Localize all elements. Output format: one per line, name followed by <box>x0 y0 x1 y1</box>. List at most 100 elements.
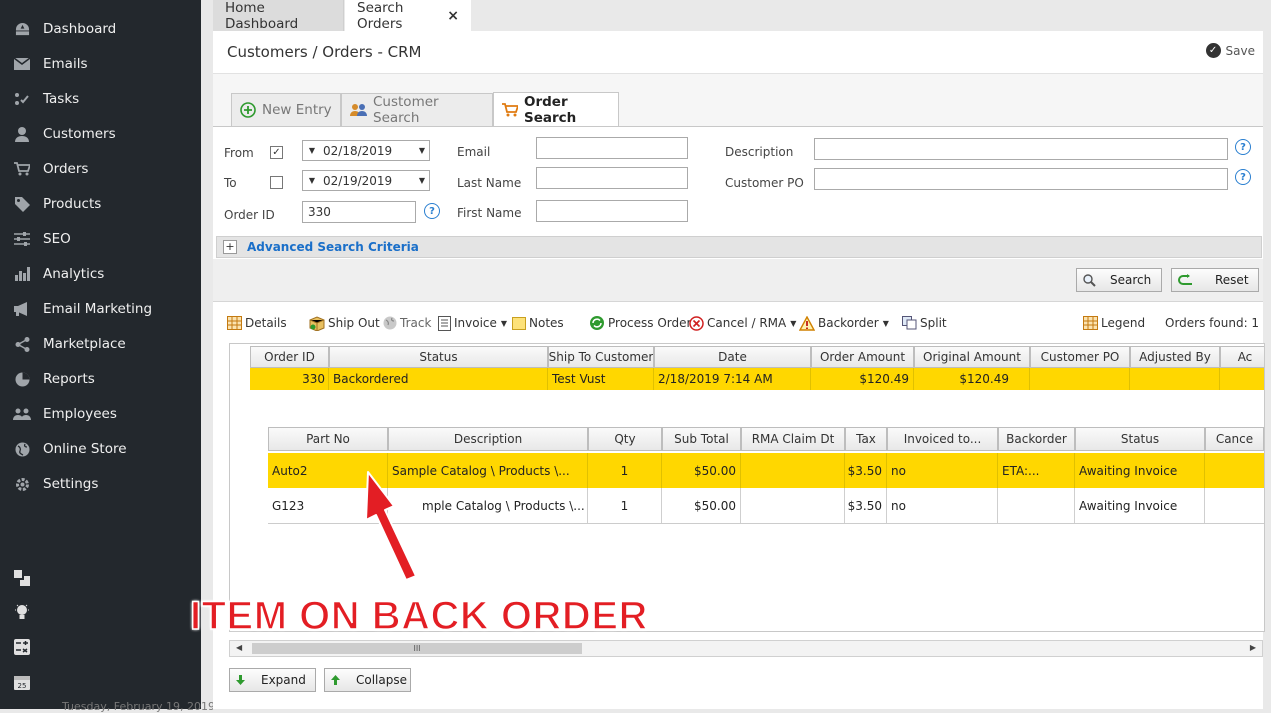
expand-button[interactable]: Expand <box>229 668 316 692</box>
sidebar-item-orders[interactable]: Orders <box>0 154 201 184</box>
chevron-down-icon[interactable]: ▼ <box>415 146 429 155</box>
sidebar-item-customers[interactable]: Customers <box>0 119 201 149</box>
column-header-cancel[interactable]: Cance <box>1205 427 1264 451</box>
grid-icon <box>1083 316 1098 330</box>
email-input[interactable] <box>536 137 688 159</box>
horizontal-scrollbar[interactable]: ◀ III ▶ <box>229 640 1263 657</box>
annotation-label: ITEM ON BACK ORDER <box>189 593 648 639</box>
tab-label: Customer Search <box>373 94 439 126</box>
lightbulb-icon[interactable] <box>11 601 33 623</box>
reset-button[interactable]: Reset <box>1171 268 1259 292</box>
column-header-adjusted-by[interactable]: Adjusted By <box>1130 346 1220 368</box>
tab-search-orders[interactable]: Search Orders × <box>345 0 471 32</box>
sidebar-item-settings[interactable]: Settings <box>0 469 201 499</box>
notes-button[interactable]: Notes <box>512 313 564 333</box>
advanced-search-label[interactable]: Advanced Search Criteria <box>247 240 419 254</box>
cart-icon <box>502 102 518 117</box>
sidebar-item-label: Customers <box>43 126 116 142</box>
details-button[interactable]: Details <box>227 313 287 333</box>
sidebar-item-dashboard[interactable]: Dashboard <box>0 14 201 44</box>
plus-circle-icon <box>240 102 256 118</box>
scroll-right-icon[interactable]: ▶ <box>1250 643 1256 652</box>
to-checkbox[interactable] <box>270 176 283 189</box>
svg-text:25: 25 <box>18 682 27 690</box>
tab-customer-search[interactable]: Customer Search <box>341 93 493 126</box>
column-header-tax[interactable]: Tax <box>845 427 887 451</box>
split-button[interactable]: Split <box>902 313 947 333</box>
expand-plus-icon[interactable]: + <box>223 240 237 254</box>
cancel-rma-dropdown[interactable]: Cancel / RMA ▼ <box>689 313 796 333</box>
scroll-left-icon[interactable]: ◀ <box>236 643 242 652</box>
column-header-part-no[interactable]: Part No <box>268 427 388 451</box>
title-bar: Customers / Orders - CRM ✓ Save <box>213 31 1263 74</box>
scrollbar-thumb[interactable]: III <box>252 643 582 654</box>
to-date-picker[interactable]: ▼ 02/19/2019 ▼ <box>302 170 430 191</box>
sidebar-item-seo[interactable]: SEO <box>0 224 201 254</box>
sidebar-item-email-marketing[interactable]: Email Marketing <box>0 294 201 324</box>
column-header-sub-total[interactable]: Sub Total <box>662 427 741 451</box>
to-label: To <box>224 176 237 190</box>
column-header-status[interactable]: Status <box>1075 427 1205 451</box>
chevron-down-icon[interactable]: ▼ <box>415 176 429 185</box>
column-header-status[interactable]: Status <box>329 346 548 368</box>
customer-po-input[interactable] <box>814 168 1228 190</box>
backorder-cell <box>998 488 1075 523</box>
backorder-dropdown[interactable]: Backorder ▼ <box>799 313 889 333</box>
collapse-button[interactable]: Collapse <box>324 668 411 692</box>
first-name-input[interactable] <box>536 200 688 222</box>
customers-icon <box>350 103 367 117</box>
last-name-input[interactable] <box>536 167 688 189</box>
advanced-search-toggle[interactable]: + Advanced Search Criteria <box>216 236 1262 258</box>
from-date-picker[interactable]: ▼ 02/18/2019 ▼ <box>302 140 430 161</box>
description-input[interactable] <box>814 138 1228 160</box>
tab-label: Search Orders <box>357 0 404 32</box>
sidebar-item-emails[interactable]: Emails <box>0 49 201 79</box>
search-button[interactable]: Search <box>1076 268 1162 292</box>
tab-new-entry[interactable]: New Entry <box>231 93 341 126</box>
from-checkbox[interactable]: ✓ <box>270 146 283 159</box>
table-row[interactable]: 330 Backordered Test Vust 2/18/2019 7:14… <box>250 368 1264 390</box>
tab-order-search[interactable]: Order Search <box>493 92 619 126</box>
column-header-order-id[interactable]: Order ID <box>250 346 329 368</box>
sidebar-item-reports[interactable]: Reports <box>0 364 201 394</box>
column-header-customer-po[interactable]: Customer PO <box>1030 346 1130 368</box>
column-header-qty[interactable]: Qty <box>588 427 662 451</box>
legend-button[interactable]: Legend <box>1083 313 1145 333</box>
sidebar-item-label: Online Store <box>43 441 127 457</box>
from-date-value: 02/18/2019 <box>323 143 393 158</box>
invoiced-cell: no <box>887 488 998 523</box>
calculator-icon[interactable] <box>11 636 33 658</box>
sidebar-item-marketplace[interactable]: Marketplace <box>0 329 201 359</box>
split-label: Split <box>920 316 947 330</box>
layout-icon[interactable] <box>11 567 33 589</box>
calendar-icon[interactable]: 25 <box>11 671 33 693</box>
sidebar-item-tasks[interactable]: Tasks <box>0 84 201 114</box>
column-header-original-amount[interactable]: Original Amount <box>914 346 1030 368</box>
sidebar-item-label: Reports <box>43 371 95 387</box>
sidebar-item-employees[interactable]: Employees <box>0 399 201 429</box>
ship-out-button[interactable]: Ship Out <box>309 313 380 333</box>
invoice-dropdown[interactable]: Invoice ▼ <box>438 313 507 333</box>
sidebar-item-online-store[interactable]: Online Store <box>0 434 201 464</box>
column-header-date[interactable]: Date <box>654 346 811 368</box>
order-id-input[interactable]: 330 <box>302 201 416 223</box>
from-label: From <box>224 146 254 160</box>
column-header-ac[interactable]: Ac <box>1220 346 1264 368</box>
column-header-description[interactable]: Description <box>388 427 588 451</box>
sidebar-item-products[interactable]: Products <box>0 189 201 219</box>
column-header-order-amount[interactable]: Order Amount <box>811 346 914 368</box>
help-icon[interactable]: ? <box>424 203 440 219</box>
column-header-invoiced-to[interactable]: Invoiced to... <box>887 427 998 451</box>
column-header-rma-claim-dt[interactable]: RMA Claim Dt <box>741 427 845 451</box>
help-icon[interactable]: ? <box>1235 139 1251 155</box>
column-header-ship-to-customer[interactable]: Ship To Customer <box>548 346 654 368</box>
process-order-button[interactable]: Process Order <box>589 313 691 333</box>
sidebar-item-label: Analytics <box>43 266 105 282</box>
track-button[interactable]: Track <box>383 313 431 333</box>
save-button[interactable]: ✓ Save <box>1205 43 1255 58</box>
column-header-backorder[interactable]: Backorder <box>998 427 1075 451</box>
close-icon[interactable]: × <box>447 8 459 24</box>
tab-home-dashboard[interactable]: Home Dashboard <box>213 0 344 32</box>
sidebar-item-analytics[interactable]: Analytics <box>0 259 201 289</box>
help-icon[interactable]: ? <box>1235 169 1251 185</box>
